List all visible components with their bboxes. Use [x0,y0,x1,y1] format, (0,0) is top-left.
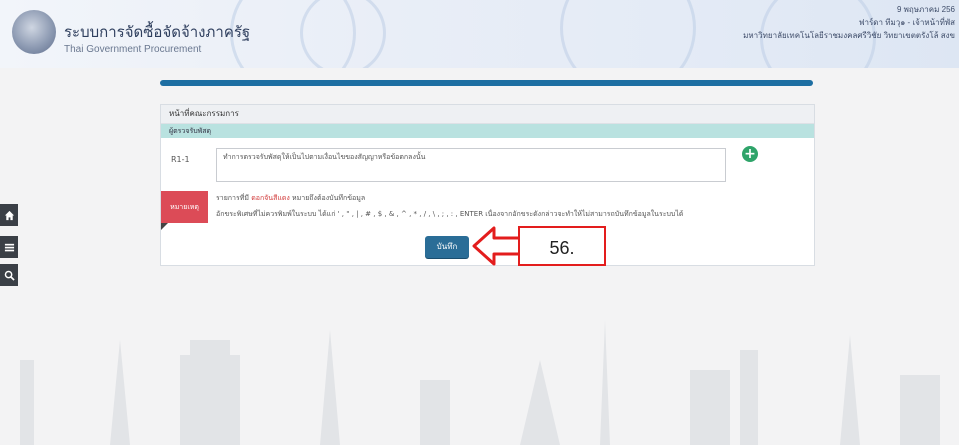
user-info: 9 พฤษภาคม 256 ฟาร์ดา ทีมวุ๑ - เจ้าหน้าที… [743,3,955,42]
note-text: รายการที่มี [216,194,249,202]
panel-subheading: ผู้ตรวจรับพัสดุ [161,124,814,138]
site-header: ระบบการจัดซื้อจัดจ้างภาครัฐ Thai Governm… [0,0,959,68]
panel-heading: หน้าที่คณะกรรมการ [161,105,814,124]
plus-icon: + [744,146,756,162]
user-organization: มหาวิทยาลัยเทคโนโลยีราชมงคลศรีวิชัย วิทย… [743,31,955,40]
annotation-arrow-icon [472,226,522,266]
header-decoration [560,0,696,68]
save-button[interactable]: บันทึก [425,236,469,258]
user-name[interactable]: ฟาร์ดา ทีมวุ๑ - เจ้าหน้าที่พัส [743,16,955,29]
note-badge: หมายเหตุ [161,191,208,223]
duty-textarea[interactable]: ทำการตรวจรับพัสดุให้เป็นไปตามเงื่อนไขของ… [216,148,726,182]
note-required-fields: รายการที่มี ดอกจันสีแดง หมายถึงต้องบันทึ… [216,193,365,204]
note-text: หมายถึงต้องบันทึกข้อมูล [292,194,366,202]
note-badge-corner [161,223,168,230]
temple-skyline-watermark [20,320,940,445]
system-title-english: Thai Government Procurement [64,44,202,55]
note-red-asterisk-text: ดอกจันสีแดง [251,194,290,202]
header-decoration [300,0,386,68]
search-icon [4,270,15,281]
sidebar-menu-button[interactable] [0,236,18,258]
note-special-characters: อักขระพิเศษที่ไม่ควรพิมพ์ในระบบ ได้แก่ '… [216,210,684,218]
system-title-thai: ระบบการจัดซื้อจัดจ้างภาครัฐ [64,23,251,41]
government-logo[interactable] [12,10,56,54]
sidebar-home-button[interactable] [0,204,18,226]
section-divider-bar [160,80,813,86]
step-annotation: 56. [518,226,606,266]
home-icon [4,210,14,220]
current-date: 9 พฤษภาคม 256 [896,5,955,14]
add-row-button[interactable]: + [742,146,758,162]
menu-icon [4,243,14,251]
sidebar-search-button[interactable] [0,264,18,286]
row-label: R1-1 [171,155,190,164]
